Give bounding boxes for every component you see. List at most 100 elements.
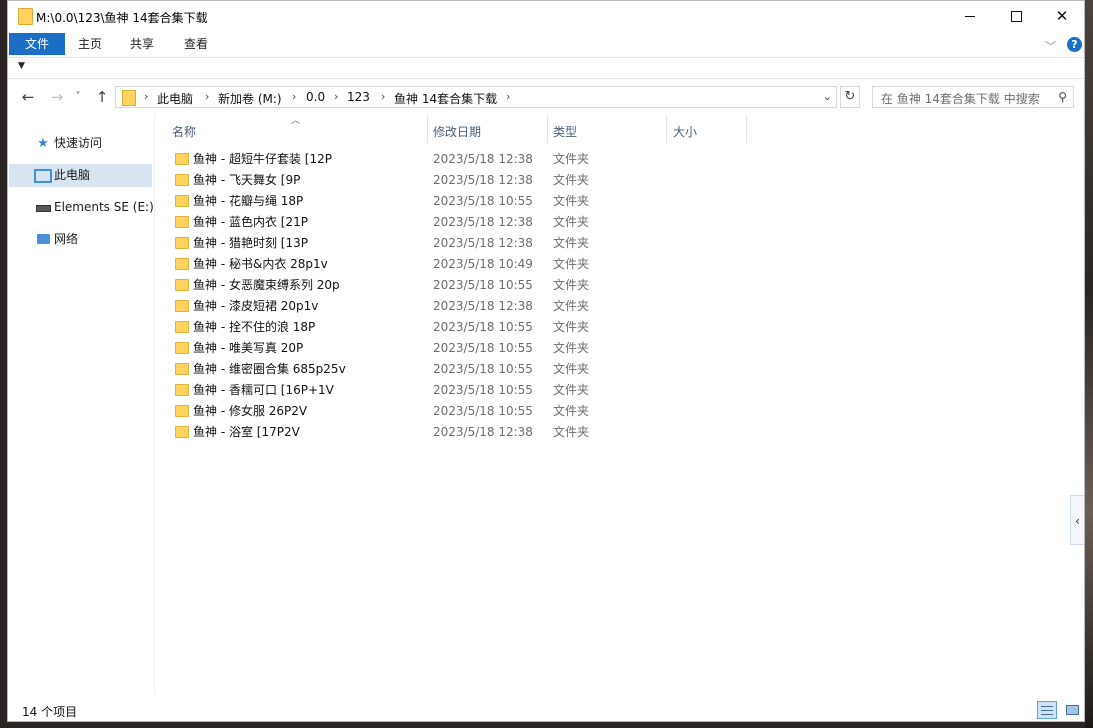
table-row[interactable]: 鱼神 - 猎艳时刻 [13P 2023/5/18 12:38 文件夹 [160, 233, 1084, 254]
close-button[interactable]: ✕ [1039, 1, 1085, 31]
back-arrow-icon[interactable]: ← [17, 86, 39, 108]
file-date-modified: 2023/5/18 12:38 [433, 299, 533, 313]
breadcrumb-separator-icon[interactable]: › [381, 90, 385, 103]
file-name[interactable]: 鱼神 - 秘书&内衣 28p1v [193, 254, 328, 275]
file-name[interactable]: 鱼神 - 飞天舞女 [9P [193, 170, 300, 191]
file-name[interactable]: 鱼神 - 漆皮短裙 20p1v [193, 296, 318, 317]
status-bar: 14 个项目 [8, 699, 1084, 721]
file-type: 文件夹 [553, 404, 590, 418]
table-row[interactable]: 鱼神 - 香糯可口 [16P+1V 2023/5/18 10:55 文件夹 [160, 380, 1084, 401]
file-date-modified: 2023/5/18 10:55 [433, 320, 533, 334]
details-view-icon[interactable] [1037, 701, 1057, 719]
file-name[interactable]: 鱼神 - 花瓣与绳 18P [193, 191, 303, 212]
sidebar-item-network[interactable]: 网络 [9, 228, 152, 251]
breadcrumb-separator-icon[interactable]: › [334, 90, 338, 103]
file-name[interactable]: 鱼神 - 蓝色内衣 [21P [193, 212, 308, 233]
file-date-modified: 2023/5/18 12:38 [433, 152, 533, 166]
column-header-date-modified[interactable]: 修改日期 [433, 121, 481, 143]
large-icons-view-icon[interactable] [1062, 701, 1082, 719]
table-row[interactable]: 鱼神 - 浴室 [17P2V 2023/5/18 12:38 文件夹 [160, 422, 1084, 443]
table-row[interactable]: 鱼神 - 唯美写真 20P 2023/5/18 10:55 文件夹 [160, 338, 1084, 359]
help-icon[interactable]: ? [1067, 37, 1082, 52]
navigation-bar: ← → ˅ ↑ › 此电脑 › 新加卷 (M:) › 0.0 › 123 › 鱼… [8, 81, 1084, 113]
folder-icon [18, 8, 33, 25]
breadcrumb-folder-123[interactable]: 123 [347, 90, 370, 104]
pane-divider[interactable] [154, 115, 155, 695]
forward-arrow-icon[interactable]: → [46, 86, 68, 108]
address-dropdown-chevron-icon[interactable]: ⌄ [823, 90, 832, 103]
table-row[interactable]: 鱼神 - 拴不住的浪 18P 2023/5/18 10:55 文件夹 [160, 317, 1084, 338]
column-header-type[interactable]: 类型 [553, 121, 577, 143]
customize-toolbar-icon[interactable]: ▼ [18, 61, 25, 71]
address-bar[interactable]: › 此电脑 › 新加卷 (M:) › 0.0 › 123 › 鱼神 14套合集下… [115, 86, 837, 108]
table-row[interactable]: 鱼神 - 女恶魔束缚系列 20p 2023/5/18 10:55 文件夹 [160, 275, 1084, 296]
sidebar-item-elements-drive[interactable]: Elements SE (E:) [9, 196, 154, 219]
file-date-modified: 2023/5/18 10:55 [433, 404, 533, 418]
folder-icon [175, 321, 189, 333]
folder-icon [175, 405, 189, 417]
file-date-modified: 2023/5/18 10:55 [433, 383, 533, 397]
tab-share[interactable]: 共享 [116, 33, 168, 55]
refresh-icon[interactable]: ↻ [840, 86, 860, 108]
column-divider[interactable] [427, 115, 428, 143]
minimize-button[interactable] [947, 1, 993, 31]
file-type: 文件夹 [553, 278, 590, 292]
breadcrumb-current-folder[interactable]: 鱼神 14套合集下载 [394, 90, 497, 107]
file-name[interactable]: 鱼神 - 拴不住的浪 18P [193, 317, 315, 338]
table-row[interactable]: 鱼神 - 蓝色内衣 [21P 2023/5/18 12:38 文件夹 [160, 212, 1084, 233]
file-rows: 鱼神 - 超短牛仔套装 [12P 2023/5/18 12:38 文件夹 鱼神 - 飞… [160, 149, 1084, 443]
tab-view[interactable]: 查看 [170, 33, 222, 55]
tab-home[interactable]: 主页 [64, 33, 116, 55]
sidebar-item-quick-access[interactable]: ★ 快速访问 [9, 132, 152, 155]
recent-locations-chevron-icon[interactable]: ˅ [71, 86, 85, 108]
folder-icon [175, 258, 189, 270]
breadcrumb-folder-0-0[interactable]: 0.0 [306, 90, 325, 104]
table-row[interactable]: 鱼神 - 维密圈合集 685p25v 2023/5/18 10:55 文件夹 [160, 359, 1084, 380]
table-row[interactable]: 鱼神 - 超短牛仔套装 [12P 2023/5/18 12:38 文件夹 [160, 149, 1084, 170]
file-type: 文件夹 [553, 215, 590, 229]
star-icon: ★ [37, 136, 49, 151]
file-name[interactable]: 鱼神 - 浴室 [17P2V [193, 422, 300, 443]
collapse-pane-chevron-icon[interactable]: ‹ [1070, 495, 1084, 545]
file-type: 文件夹 [553, 173, 590, 187]
breadcrumb-separator-icon[interactable]: › [292, 90, 296, 103]
folder-icon [175, 216, 189, 228]
column-divider[interactable] [746, 115, 747, 143]
file-name[interactable]: 鱼神 - 修女服 26P2V [193, 401, 307, 422]
file-name[interactable]: 鱼神 - 唯美写真 20P [193, 338, 303, 359]
table-row[interactable]: 鱼神 - 花瓣与绳 18P 2023/5/18 10:55 文件夹 [160, 191, 1084, 212]
file-name[interactable]: 鱼神 - 女恶魔束缚系列 20p [193, 275, 340, 296]
item-count: 14 个项目 [22, 705, 78, 719]
maximize-button[interactable] [993, 1, 1039, 31]
column-header-name[interactable]: 名称 [172, 121, 196, 143]
expand-ribbon-chevron-icon[interactable]: ﹀ [1045, 38, 1056, 54]
file-type: 文件夹 [553, 362, 590, 376]
navigation-pane: ★ 快速访问 此电脑 Elements SE (E:) 网络 [8, 115, 154, 699]
ribbon-tabs: 文件 主页 共享 查看 ﹀ ? [8, 31, 1084, 58]
breadcrumb-separator-icon[interactable]: › [205, 90, 209, 103]
search-box[interactable]: 在 鱼神 14套合集下载 中搜索 ⚲ [872, 86, 1074, 108]
sidebar-item-label: 快速访问 [54, 136, 103, 150]
file-name[interactable]: 鱼神 - 维密圈合集 685p25v [193, 359, 346, 380]
table-row[interactable]: 鱼神 - 秘书&内衣 28p1v 2023/5/18 10:49 文件夹 [160, 254, 1084, 275]
sidebar-item-this-pc[interactable]: 此电脑 [9, 164, 152, 187]
table-row[interactable]: 鱼神 - 漆皮短裙 20p1v 2023/5/18 12:38 文件夹 [160, 296, 1084, 317]
column-header-size[interactable]: 大小 [673, 121, 697, 143]
search-input[interactable]: 在 鱼神 14套合集下载 中搜索 [881, 90, 1040, 107]
folder-icon [175, 153, 189, 165]
breadcrumb-separator-icon[interactable]: › [144, 90, 148, 103]
file-type: 文件夹 [553, 236, 590, 250]
breadcrumb-separator-icon[interactable]: › [506, 90, 510, 103]
table-row[interactable]: 鱼神 - 修女服 26P2V 2023/5/18 10:55 文件夹 [160, 401, 1084, 422]
column-divider[interactable] [547, 115, 548, 143]
file-name[interactable]: 鱼神 - 香糯可口 [16P+1V [193, 380, 334, 401]
folder-icon [175, 363, 189, 375]
up-arrow-icon[interactable]: ↑ [91, 86, 113, 108]
column-divider[interactable] [666, 115, 667, 143]
file-name[interactable]: 鱼神 - 猎艳时刻 [13P [193, 233, 308, 254]
breadcrumb-drive[interactable]: 新加卷 (M:) [218, 90, 282, 107]
tab-file[interactable]: 文件 [9, 33, 65, 55]
file-name[interactable]: 鱼神 - 超短牛仔套装 [12P [193, 149, 332, 170]
table-row[interactable]: 鱼神 - 飞天舞女 [9P 2023/5/18 12:38 文件夹 [160, 170, 1084, 191]
breadcrumb-this-pc[interactable]: 此电脑 [157, 90, 193, 107]
